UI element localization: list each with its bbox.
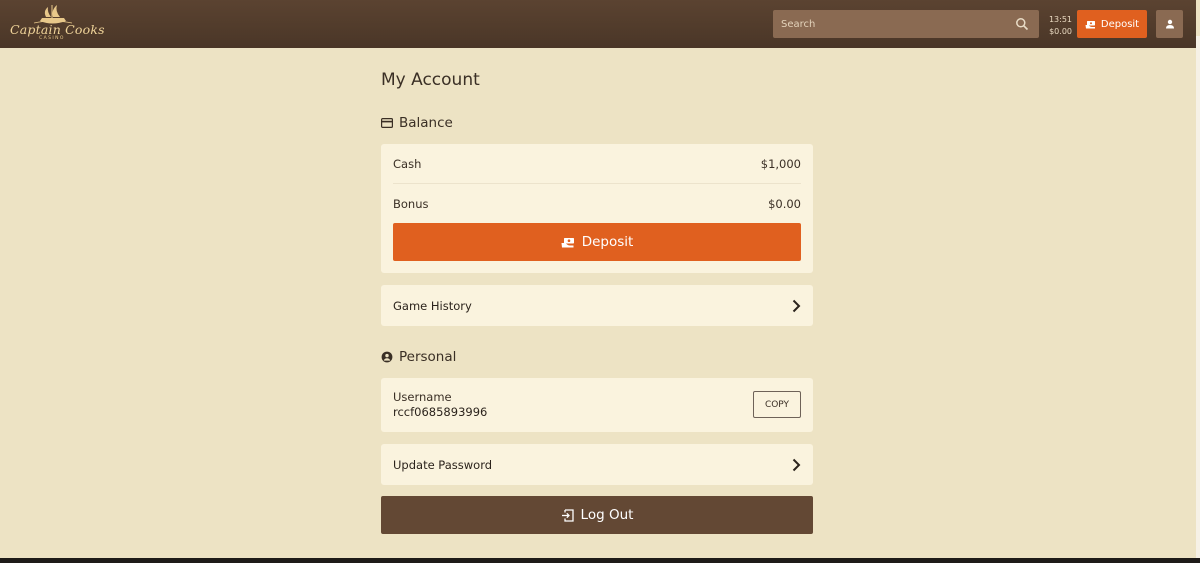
user-icon <box>1165 19 1174 29</box>
username-label: Username <box>393 390 452 404</box>
cash-row: Cash $1,000 <box>381 144 813 183</box>
search-input[interactable] <box>773 10 1003 38</box>
bonus-row: Bonus $0.00 <box>381 184 813 223</box>
page-title: My Account <box>381 70 480 90</box>
logo-name: Captain Cooks <box>10 22 105 37</box>
game-history-label: Game History <box>393 298 472 313</box>
credit-card-icon <box>381 118 393 128</box>
cash-value: $1,000 <box>760 156 801 171</box>
bonus-value: $0.00 <box>768 196 801 211</box>
header-deposit-label: Deposit <box>1100 18 1140 30</box>
clock-time: 13:51 <box>1048 15 1072 24</box>
username-value: rccf0685893996 <box>393 405 488 419</box>
logo[interactable]: Captain Cooks CASINO <box>10 4 105 44</box>
cash-icon <box>1085 20 1095 28</box>
header-deposit-button[interactable]: Deposit <box>1077 10 1147 38</box>
update-password-label: Update Password <box>393 457 493 472</box>
top-bar: Captain Cooks CASINO 13:51 $0.00 Deposit <box>0 0 1196 48</box>
scrollbar[interactable] <box>1196 36 1200 558</box>
search-icon[interactable] <box>1015 17 1029 31</box>
cash-icon <box>561 237 574 247</box>
balance-heading-label: Balance <box>399 115 453 131</box>
user-circle-icon <box>381 351 393 363</box>
update-password-link[interactable]: Update Password <box>381 444 813 485</box>
user-menu-button[interactable] <box>1156 10 1183 38</box>
personal-heading-label: Personal <box>399 349 457 365</box>
logout-icon <box>561 508 574 522</box>
chevron-right-icon <box>792 458 801 471</box>
update-password-row[interactable]: Update Password <box>381 444 813 485</box>
game-history-row[interactable]: Game History <box>381 285 813 326</box>
game-history-link[interactable]: Game History <box>381 285 813 326</box>
personal-heading: Personal <box>381 349 456 365</box>
logout-label: Log Out <box>580 507 634 523</box>
copy-button[interactable]: COPY <box>753 391 801 418</box>
header-balance: $0.00 <box>1049 27 1072 36</box>
search-box[interactable] <box>773 10 1039 38</box>
chevron-right-icon <box>792 299 801 312</box>
deposit-button[interactable]: Deposit <box>393 223 801 261</box>
clock-balance: 13:51 $0.00 <box>1044 14 1072 38</box>
deposit-button-label: Deposit <box>581 234 634 250</box>
ship-logo-icon <box>33 5 73 24</box>
username-card: Username rccf0685893996 COPY <box>381 378 813 432</box>
logout-button[interactable]: Log Out <box>381 496 813 534</box>
cash-label: Cash <box>393 156 422 171</box>
balance-heading: Balance <box>381 115 453 131</box>
footer-strip <box>0 558 1200 563</box>
bonus-label: Bonus <box>393 196 429 211</box>
balance-card: Cash $1,000 Bonus $0.00 Deposit <box>381 144 813 273</box>
